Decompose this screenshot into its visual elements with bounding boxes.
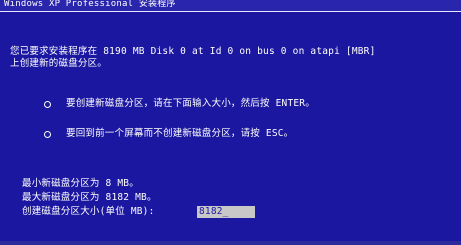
intro-line-1: 您已要求安装程序在 8190 MB Disk 0 at Id 0 on bus … bbox=[10, 46, 376, 57]
title-divider bbox=[0, 11, 461, 12]
option-create-text: 要创建新磁盘分区，请在下面输入大小，然后按 ENTER。 bbox=[66, 98, 315, 109]
title-bar: Windows XP Professional 安装程序 bbox=[0, 0, 461, 11]
window-title: Windows XP Professional 安装程序 bbox=[4, 0, 176, 9]
option-bullet-icon bbox=[44, 101, 51, 108]
min-partition-size: 最小新磁盘分区为 8 MB。 bbox=[22, 178, 139, 189]
intro-line-2: 上创建新的磁盘分区。 bbox=[10, 58, 108, 69]
partition-size-input[interactable]: 8182_ bbox=[197, 206, 255, 218]
partition-size-label: 创建磁盘分区大小(单位 MB): bbox=[22, 206, 155, 217]
max-partition-size: 最大新磁盘分区为 8182 MB。 bbox=[22, 192, 157, 203]
option-bullet-icon bbox=[44, 131, 51, 138]
option-escape-text: 要回到前一个屏幕而不创建新磁盘分区，请按 ESC。 bbox=[66, 128, 294, 139]
setup-screen: Windows XP Professional 安装程序 您已要求安装程序在 8… bbox=[0, 0, 461, 245]
bottom-edge bbox=[0, 241, 461, 245]
